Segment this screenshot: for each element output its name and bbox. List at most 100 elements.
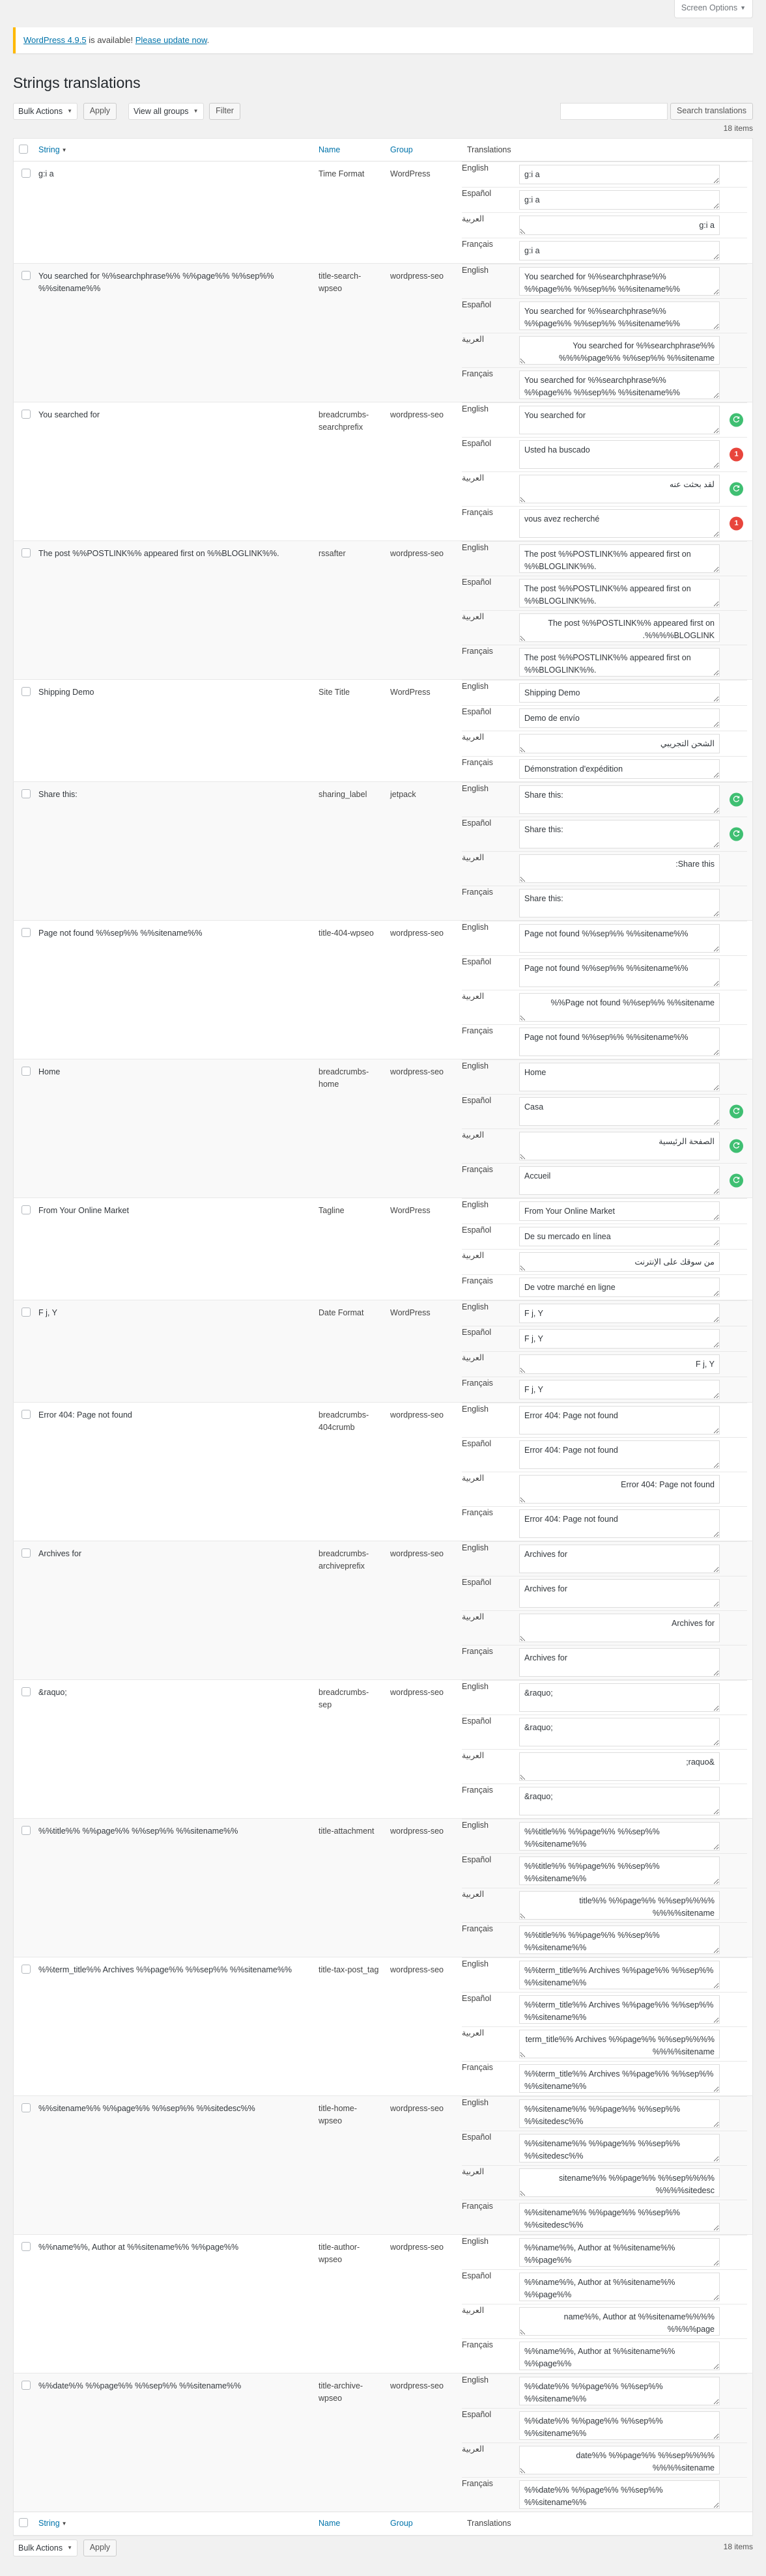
translation-textarea[interactable] [519, 440, 720, 469]
row-checkbox[interactable] [21, 1205, 31, 1215]
translation-textarea[interactable] [519, 509, 720, 539]
translation-textarea[interactable] [519, 648, 720, 677]
apply-button-bottom[interactable]: Apply [83, 2539, 117, 2556]
update-now-link[interactable]: Please update now [135, 35, 207, 45]
auto-translate-badge[interactable] [730, 482, 743, 496]
translation-textarea[interactable] [519, 2064, 720, 2093]
translation-textarea[interactable] [519, 2411, 720, 2441]
column-footer-name[interactable]: Name [313, 2512, 385, 2536]
translation-textarea[interactable] [519, 1579, 720, 1608]
translation-textarea[interactable] [519, 371, 720, 400]
translation-textarea[interactable] [519, 1278, 720, 1298]
translation-textarea[interactable] [519, 2377, 720, 2406]
translation-textarea[interactable] [519, 267, 720, 296]
translation-textarea[interactable] [519, 1509, 720, 1539]
translation-textarea[interactable] [519, 190, 720, 210]
translation-textarea[interactable] [519, 1475, 720, 1504]
row-checkbox[interactable] [21, 928, 31, 938]
bulk-actions-select-bottom[interactable]: Bulk Actions ▼ [13, 2539, 78, 2556]
wordpress-version-link[interactable]: WordPress 4.9.5 [23, 35, 87, 45]
translation-textarea[interactable] [519, 924, 720, 953]
bulk-actions-select[interactable]: Bulk Actions ▼ [13, 103, 78, 120]
search-translations-button[interactable]: Search translations [670, 103, 753, 120]
translation-textarea[interactable] [519, 1028, 720, 1057]
row-checkbox[interactable] [21, 1548, 31, 1558]
column-footer-group[interactable]: Group [385, 2512, 462, 2536]
row-checkbox[interactable] [21, 410, 31, 419]
translation-textarea[interactable] [519, 1787, 720, 1816]
translation-textarea[interactable] [519, 2307, 720, 2336]
translation-textarea[interactable] [519, 1718, 720, 1747]
translation-textarea[interactable] [519, 854, 720, 884]
pending-count-badge[interactable]: 1 [730, 516, 743, 531]
row-checkbox[interactable] [21, 271, 31, 281]
translation-textarea[interactable] [519, 1380, 720, 1400]
translation-textarea[interactable] [519, 1752, 720, 1782]
translation-textarea[interactable] [519, 1304, 720, 1324]
row-checkbox[interactable] [21, 548, 31, 558]
translation-textarea[interactable] [519, 683, 720, 703]
translation-textarea[interactable] [519, 2099, 720, 2129]
row-checkbox[interactable] [21, 2242, 31, 2252]
translation-textarea[interactable] [519, 1252, 720, 1272]
translation-textarea[interactable] [519, 2238, 720, 2267]
translation-textarea[interactable] [519, 2342, 720, 2371]
translation-textarea[interactable] [519, 1227, 720, 1247]
translation-textarea[interactable] [519, 544, 720, 574]
auto-translate-badge[interactable] [730, 1173, 743, 1188]
column-header-string[interactable]: String ▼ [33, 138, 313, 162]
translation-textarea[interactable] [519, 1648, 720, 1677]
row-checkbox[interactable] [21, 1308, 31, 1317]
translation-textarea[interactable] [519, 216, 720, 236]
translation-textarea[interactable] [519, 1961, 720, 1990]
translation-textarea[interactable] [519, 1856, 720, 1886]
row-checkbox[interactable] [21, 1826, 31, 1836]
translation-textarea[interactable] [519, 820, 720, 849]
column-header-group[interactable]: Group [385, 138, 462, 162]
translation-textarea[interactable] [519, 734, 720, 754]
apply-button[interactable]: Apply [83, 103, 117, 120]
pending-count-badge[interactable]: 1 [730, 447, 743, 462]
translation-textarea[interactable] [519, 759, 720, 779]
translation-textarea[interactable] [519, 1201, 720, 1222]
translation-textarea[interactable] [519, 1614, 720, 1643]
translation-textarea[interactable] [519, 785, 720, 815]
screen-options-button[interactable]: Screen Options ▼ [674, 0, 753, 18]
translation-textarea[interactable] [519, 1683, 720, 1713]
auto-translate-badge[interactable] [730, 792, 743, 807]
translation-textarea[interactable] [519, 613, 720, 643]
translation-textarea[interactable] [519, 1097, 720, 1127]
search-input[interactable] [560, 103, 668, 120]
translation-textarea[interactable] [519, 241, 720, 261]
translation-textarea[interactable] [519, 1063, 720, 1092]
column-footer-string[interactable]: String ▼ [33, 2512, 313, 2536]
translation-textarea[interactable] [519, 889, 720, 918]
row-checkbox[interactable] [21, 1410, 31, 1420]
translation-textarea[interactable] [519, 1891, 720, 1920]
row-checkbox[interactable] [21, 2381, 31, 2390]
translation-textarea[interactable] [519, 2134, 720, 2163]
row-checkbox[interactable] [21, 1965, 31, 1974]
translation-textarea[interactable] [519, 1440, 720, 1470]
row-checkbox[interactable] [21, 2103, 31, 2113]
select-all-checkbox-footer[interactable] [19, 2518, 28, 2528]
translation-textarea[interactable] [519, 1545, 720, 1574]
translation-textarea[interactable] [519, 993, 720, 1022]
filter-button[interactable]: Filter [209, 103, 240, 120]
translation-textarea[interactable] [519, 1166, 720, 1196]
translation-textarea[interactable] [519, 2030, 720, 2059]
translation-textarea[interactable] [519, 165, 720, 185]
row-checkbox[interactable] [21, 1067, 31, 1076]
translation-textarea[interactable] [519, 301, 720, 331]
view-groups-select[interactable]: View all groups ▼ [128, 103, 204, 120]
translation-textarea[interactable] [519, 1822, 720, 1851]
select-all-checkbox[interactable] [19, 145, 28, 154]
row-checkbox[interactable] [21, 1687, 31, 1697]
translation-textarea[interactable] [519, 579, 720, 608]
translation-textarea[interactable] [519, 959, 720, 988]
translation-textarea[interactable] [519, 1354, 720, 1375]
auto-translate-badge[interactable] [730, 413, 743, 427]
auto-translate-badge[interactable] [730, 1139, 743, 1153]
translation-textarea[interactable] [519, 336, 720, 365]
row-checkbox[interactable] [21, 789, 31, 799]
